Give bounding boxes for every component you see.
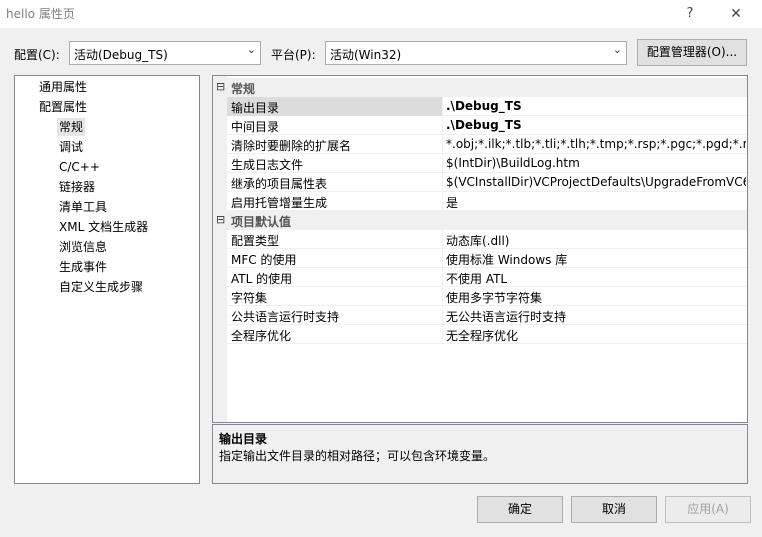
close-button[interactable]: ✕ (726, 4, 746, 24)
property-name: 配置类型 (231, 234, 280, 248)
property-row[interactable]: 公共语言运行时支持 无公共语言运行时支持 (213, 306, 747, 325)
tree-item-browse-info[interactable]: 浏览信息 (59, 238, 107, 256)
column-divider (442, 325, 443, 344)
tree-item-build-events[interactable]: 生成事件 (59, 258, 107, 276)
config-manager-button[interactable]: 配置管理器(O)... (637, 39, 747, 66)
property-value[interactable]: 无全程序优化 (446, 327, 746, 344)
tree-item-config-props[interactable]: 配置属性 (39, 98, 87, 116)
config-combo[interactable]: 活动(Debug_TS) ⌄ (69, 41, 261, 65)
property-row[interactable]: 生成日志文件 $(IntDir)\BuildLog.htm (213, 154, 747, 173)
tree-item-manifest-tool[interactable]: 清单工具 (59, 198, 107, 216)
column-divider (442, 135, 443, 154)
column-divider (442, 97, 443, 116)
column-divider (442, 116, 443, 135)
chevron-down-icon: ⌄ (246, 43, 256, 56)
property-name: 继承的项目属性表 (231, 177, 328, 191)
platform-label: 平台(P): (271, 48, 316, 62)
column-divider (442, 306, 443, 325)
property-name: 清除时要删除的扩展名 (231, 139, 352, 153)
property-value[interactable]: 不使用 ATL (446, 270, 746, 287)
property-value[interactable]: 无公共语言运行时支持 (446, 308, 746, 325)
property-row[interactable]: MFC 的使用 使用标准 Windows 库 (213, 249, 747, 268)
property-value[interactable]: 使用标准 Windows 库 (446, 251, 746, 268)
property-row[interactable]: 清除时要删除的扩展名 *.obj;*.ilk;*.tlb;*.tli;*.tlh… (213, 135, 747, 154)
property-value[interactable]: 是 (446, 194, 746, 211)
platform-combo-value: 活动(Win32) (330, 48, 402, 62)
property-grid[interactable]: ⊟ 常规 输出目录 .\Debug_TS 中间目录 .\Debug_TS 清除时… (212, 75, 748, 423)
description-text: 指定输出文件目录的相对路径；可以包含环境变量。 (219, 449, 496, 463)
collapse-icon[interactable]: ⊟ (216, 80, 225, 93)
property-row[interactable]: 字符集 使用多字节字符集 (213, 287, 747, 306)
property-row[interactable]: 配置类型 动态库(.dll) (213, 230, 747, 249)
property-name: 公共语言运行时支持 (231, 310, 340, 324)
ok-button[interactable]: 确定 (477, 496, 563, 523)
property-name: 字符集 (231, 291, 268, 305)
property-row[interactable]: ATL 的使用 不使用 ATL (213, 268, 747, 287)
cancel-button[interactable]: 取消 (571, 496, 657, 523)
window-title: hello 属性页 (6, 7, 75, 21)
category-project-defaults[interactable]: ⊟ 项目默认值 (213, 211, 747, 230)
apply-button[interactable]: 应用(A) (665, 496, 751, 523)
property-value[interactable]: .\Debug_TS (446, 99, 746, 113)
description-panel: 输出目录 指定输出文件目录的相对路径；可以包含环境变量。 (212, 424, 748, 484)
property-name: 全程序优化 (231, 329, 292, 343)
category-label: 常规 (231, 82, 256, 96)
column-divider (442, 230, 443, 249)
property-value[interactable]: $(VCInstallDir)VCProjectDefaults\Upgrade… (446, 175, 746, 189)
property-row[interactable]: 启用托管增量生成 是 (213, 192, 747, 211)
config-label: 配置(C): (14, 48, 60, 62)
property-name: 输出目录 (231, 101, 280, 115)
help-button[interactable]: ? (680, 4, 700, 24)
tree-item-common-props[interactable]: 通用属性 (39, 78, 87, 96)
property-value[interactable]: *.obj;*.ilk;*.tlb;*.tli;*.tlh;*.tmp;*.rs… (446, 137, 746, 151)
column-divider (442, 173, 443, 192)
column-divider (442, 268, 443, 287)
tree-item-linker[interactable]: 链接器 (59, 178, 95, 196)
platform-combo[interactable]: 活动(Win32) ⌄ (325, 41, 627, 65)
tree-item-general[interactable]: 常规 (57, 118, 86, 136)
column-divider (442, 287, 443, 306)
property-name: ATL 的使用 (231, 272, 293, 286)
property-value[interactable]: 使用多字节字符集 (446, 289, 746, 306)
property-value[interactable]: $(IntDir)\BuildLog.htm (446, 156, 746, 170)
property-row[interactable]: 全程序优化 无全程序优化 (213, 325, 747, 344)
description-title: 输出目录 (219, 432, 268, 446)
property-value[interactable]: 动态库(.dll) (446, 232, 746, 249)
property-name: MFC 的使用 (231, 253, 297, 267)
property-row[interactable]: 中间目录 .\Debug_TS (213, 116, 747, 135)
tree-item-xml-doc[interactable]: XML 文档生成器 (59, 218, 148, 236)
property-name: 生成日志文件 (231, 158, 304, 172)
collapse-icon[interactable]: ⊟ (216, 213, 225, 226)
property-value[interactable]: .\Debug_TS (446, 118, 746, 132)
category-label: 项目默认值 (231, 215, 292, 229)
property-name: 中间目录 (231, 120, 280, 134)
category-general[interactable]: ⊟ 常规 (213, 78, 747, 97)
column-divider (442, 192, 443, 211)
column-divider (442, 249, 443, 268)
property-row[interactable]: 继承的项目属性表 $(VCInstallDir)VCProjectDefault… (213, 173, 747, 192)
chevron-down-icon: ⌄ (612, 43, 622, 56)
property-row[interactable]: 输出目录 .\Debug_TS (213, 97, 747, 116)
tree-item-debugging[interactable]: 调试 (59, 138, 83, 156)
property-name: 启用托管增量生成 (231, 196, 328, 210)
category-tree[interactable]: 通用属性 配置属性 常规 调试 C/C++ 链接器 清单工具 XML 文档生成器… (14, 75, 200, 484)
tree-item-cpp[interactable]: C/C++ (59, 158, 100, 176)
title-bar: hello 属性页 ? ✕ (0, 0, 762, 28)
config-combo-value: 活动(Debug_TS) (74, 48, 168, 62)
tree-item-custom-build[interactable]: 自定义生成步骤 (59, 278, 143, 296)
column-divider (442, 154, 443, 173)
